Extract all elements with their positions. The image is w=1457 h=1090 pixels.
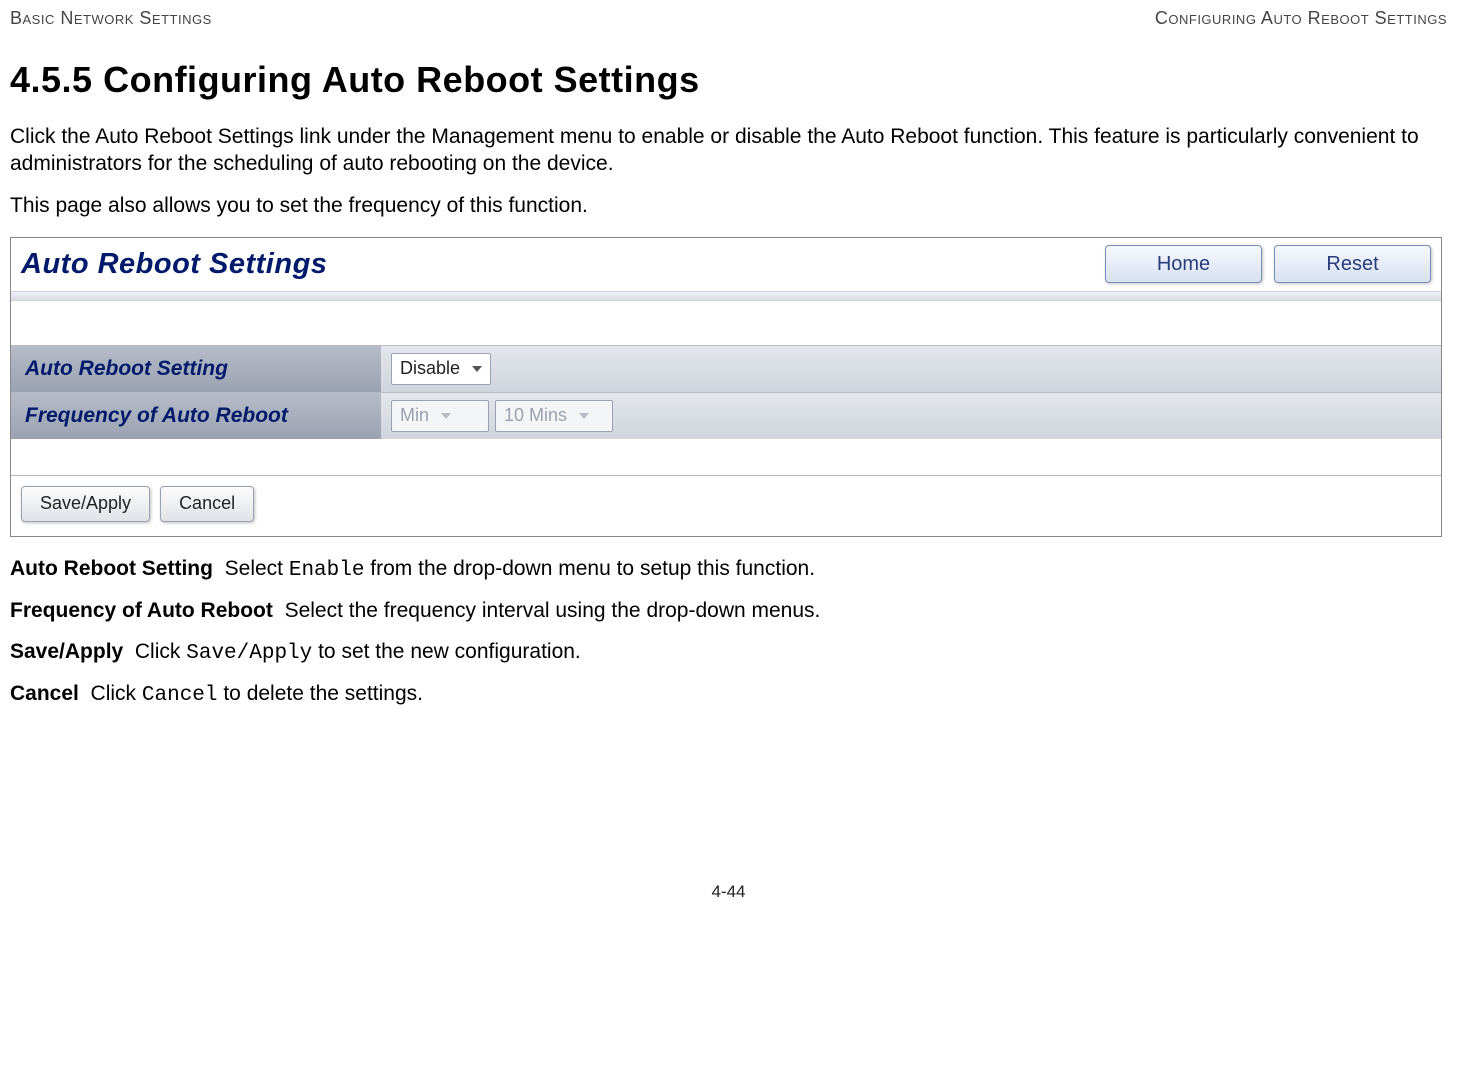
row-auto-reboot: Auto Reboot Setting Disable xyxy=(11,345,1441,392)
panel-nav-buttons: Home Reset xyxy=(1105,245,1441,283)
def-term-auto-reboot: Auto Reboot Setting xyxy=(10,557,213,580)
page-header: Basic Network Settings Configuring Auto … xyxy=(10,0,1447,41)
panel-title-bar: Auto Reboot Settings xyxy=(11,238,337,291)
label-frequency: Frequency of Auto Reboot xyxy=(11,393,381,439)
select-auto-reboot-text: Disable xyxy=(400,358,460,379)
def-text-save-apply-post: to set the new configuration. xyxy=(312,640,581,663)
def-text-auto-reboot-pre: Select xyxy=(225,557,289,580)
def-code-save-apply: Save/Apply xyxy=(186,642,312,665)
header-right: Configuring Auto Reboot Settings xyxy=(1155,8,1447,29)
select-frequency-value-text: 10 Mins xyxy=(504,405,567,426)
select-frequency-unit[interactable]: Min xyxy=(391,400,489,432)
row-frequency: Frequency of Auto Reboot Min 10 Mins xyxy=(11,392,1441,439)
def-frequency: Frequency of Auto Reboot Select the freq… xyxy=(10,597,1447,625)
label-auto-reboot: Auto Reboot Setting xyxy=(11,346,381,392)
panel-footer-buttons: Save/Apply Cancel xyxy=(11,486,1441,536)
panel-title: Auto Reboot Settings xyxy=(21,248,327,280)
save-apply-button[interactable]: Save/Apply xyxy=(21,486,150,522)
definitions-block: Auto Reboot Setting Select Enable from t… xyxy=(10,555,1447,710)
def-text-frequency: Select the frequency interval using the … xyxy=(285,599,821,622)
chevron-down-icon xyxy=(441,413,451,419)
def-save-apply: Save/Apply Click Save/Apply to set the n… xyxy=(10,638,1447,668)
select-frequency-value[interactable]: 10 Mins xyxy=(495,400,613,432)
def-text-cancel-pre: Click xyxy=(91,682,142,705)
select-frequency-unit-text: Min xyxy=(400,405,429,426)
panel-gap xyxy=(11,301,1441,345)
def-text-save-apply-pre: Click xyxy=(135,640,186,663)
def-code-cancel: Cancel xyxy=(142,684,218,707)
page-number: 4-44 xyxy=(711,882,745,901)
settings-screenshot: Auto Reboot Settings Home Reset Auto Reb… xyxy=(10,237,1442,537)
home-button[interactable]: Home xyxy=(1105,245,1262,283)
def-term-save-apply: Save/Apply xyxy=(10,640,123,663)
footer-divider xyxy=(11,475,1441,476)
header-left: Basic Network Settings xyxy=(10,8,212,29)
def-term-cancel: Cancel xyxy=(10,682,79,705)
reset-button[interactable]: Reset xyxy=(1274,245,1431,283)
chevron-down-icon xyxy=(472,366,482,372)
section-heading: 4.5.5 Configuring Auto Reboot Settings xyxy=(10,59,1447,101)
def-text-cancel-post: to delete the settings. xyxy=(218,682,423,705)
value-frequency: Min 10 Mins xyxy=(381,393,1441,439)
def-text-auto-reboot-post: from the drop-down menu to setup this fu… xyxy=(364,557,815,580)
intro-paragraph-1: Click the Auto Reboot Settings link unde… xyxy=(10,123,1447,178)
cancel-button[interactable]: Cancel xyxy=(160,486,254,522)
section-title: Configuring Auto Reboot Settings xyxy=(103,59,700,100)
divider-strip xyxy=(11,291,1441,301)
def-term-frequency: Frequency of Auto Reboot xyxy=(10,599,273,622)
intro-paragraph-2: This page also allows you to set the fre… xyxy=(10,192,1447,219)
section-number: 4.5.5 xyxy=(10,59,93,100)
def-cancel: Cancel Click Cancel to delete the settin… xyxy=(10,680,1447,710)
def-code-auto-reboot: Enable xyxy=(289,559,365,582)
chevron-down-icon xyxy=(579,413,589,419)
def-auto-reboot: Auto Reboot Setting Select Enable from t… xyxy=(10,555,1447,585)
select-auto-reboot[interactable]: Disable xyxy=(391,353,491,385)
value-auto-reboot: Disable xyxy=(381,346,1441,392)
page-footer: 4-44 xyxy=(10,722,1447,916)
screenshot-top-bar: Auto Reboot Settings Home Reset xyxy=(11,238,1441,291)
